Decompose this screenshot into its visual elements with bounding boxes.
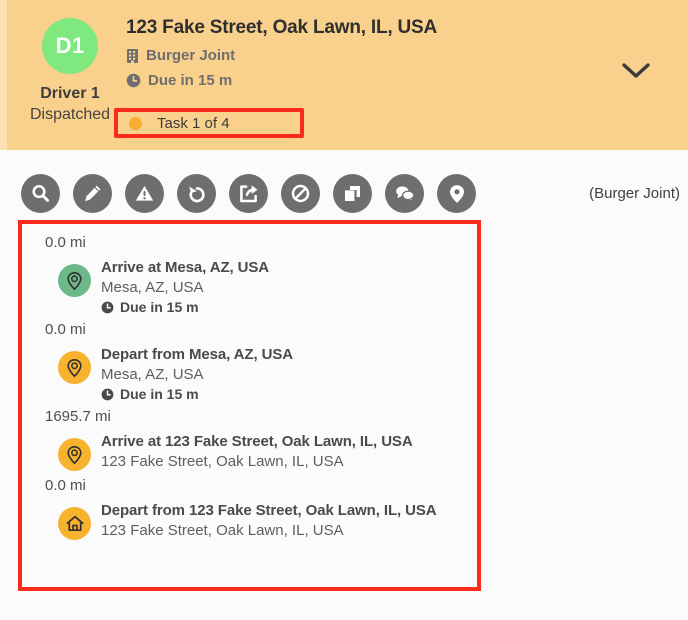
clock-icon [126, 73, 141, 88]
task-due-row: Due in 15 m [126, 72, 596, 89]
warning-triangle-icon [135, 186, 154, 201]
task-due-label: Due in 15 m [148, 72, 233, 89]
driver-task-header-card[interactable]: D1 Driver 1 Dispatched 123 Fake Street, … [0, 0, 688, 150]
undo-arrow-icon [188, 186, 205, 202]
task-address-title: 123 Fake Street, Oak Lawn, IL, USA [126, 17, 438, 38]
stop-title: Depart from Mesa, AZ, USA [101, 346, 293, 363]
leg-distance: 1695.7 mi [45, 408, 111, 425]
list-item[interactable]: Arrive at Mesa, AZ, USA Mesa, AZ, USA Du… [22, 254, 477, 319]
list-item[interactable]: Depart from Mesa, AZ, USA Mesa, AZ, USA … [22, 341, 477, 406]
driver-name: Driver 1 [40, 85, 100, 102]
driver-avatar: D1 [42, 18, 98, 74]
stop-details: Arrive at 123 Fake Street, Oak Lawn, IL,… [101, 432, 413, 470]
duplicate-button[interactable] [333, 174, 372, 213]
stop-details: Depart from 123 Fake Street, Oak Lawn, I… [101, 501, 437, 539]
chevron-down-icon [622, 63, 650, 78]
edit-button[interactable] [73, 174, 112, 213]
stop-details: Depart from Mesa, AZ, USA Mesa, AZ, USA … [101, 345, 293, 402]
toolbar-context-label: (Burger Joint) [589, 185, 680, 202]
status-accent-stripe [0, 0, 7, 150]
stop-title: Depart from 123 Fake Street, Oak Lawn, I… [101, 502, 437, 519]
clock-icon [101, 301, 114, 313]
leg-distance: 0.0 mi [45, 234, 86, 251]
stop-details: Arrive at Mesa, AZ, USA Mesa, AZ, USA Du… [101, 258, 269, 315]
stops-list-highlight: 0.0 mi Arrive at Mesa, AZ, USA Mesa, AZ,… [18, 220, 481, 591]
leg-distance: 0.0 mi [45, 321, 86, 338]
stop-due-row: Due in 15 m [101, 386, 293, 402]
action-toolbar [21, 174, 476, 213]
leg-distance: 0.0 mi [45, 477, 86, 494]
task-progress-label: Task 1 of 4 [157, 114, 230, 132]
stop-title: Arrive at Mesa, AZ, USA [101, 259, 270, 276]
stop-address: 123 Fake Street, Oak Lawn, IL, USA [101, 453, 344, 470]
cancel-button[interactable] [281, 174, 320, 213]
exception-button[interactable] [125, 174, 164, 213]
clock-icon [101, 388, 114, 400]
edit-pencil-icon [85, 185, 101, 202]
map-pin-icon [58, 438, 91, 471]
task-place-row: Burger Joint [126, 47, 596, 64]
stop-due-label: Due in 15 m [120, 299, 199, 315]
share-export-icon [240, 185, 258, 203]
list-item[interactable]: Depart from 123 Fake Street, Oak Lawn, I… [22, 497, 477, 544]
stops-list: 0.0 mi Arrive at Mesa, AZ, USA Mesa, AZ,… [22, 224, 477, 587]
task-place-label: Burger Joint [146, 47, 236, 64]
task-progress-chip[interactable]: Task 1 of 4 [114, 108, 304, 138]
collapse-card-button[interactable] [614, 54, 658, 88]
stop-address: Mesa, AZ, USA [101, 366, 204, 383]
stop-address: 123 Fake Street, Oak Lawn, IL, USA [101, 522, 344, 539]
search-button[interactable] [21, 174, 60, 213]
messages-button[interactable] [385, 174, 424, 213]
share-button[interactable] [229, 174, 268, 213]
home-icon [58, 507, 91, 540]
driver-summary: D1 Driver 1 Dispatched [22, 18, 118, 124]
task-status-dot [129, 116, 142, 130]
stop-due-label: Due in 15 m [120, 386, 199, 402]
list-item[interactable]: Arrive at 123 Fake Street, Oak Lawn, IL,… [22, 428, 477, 475]
stop-due-row: Due in 15 m [101, 299, 269, 315]
search-icon [32, 185, 50, 202]
task-summary: 123 Fake Street, Oak Lawn, IL, USA Burge… [114, 17, 596, 138]
stop-title: Arrive at 123 Fake Street, Oak Lawn, IL,… [101, 433, 413, 450]
driver-status: Dispatched [29, 106, 111, 123]
map-pin-icon [58, 264, 91, 297]
stop-address: Mesa, AZ, USA [101, 279, 204, 296]
undo-button[interactable] [177, 174, 216, 213]
block-prohibited-icon [291, 184, 310, 203]
chat-bubble-icon [395, 186, 414, 203]
location-pin-icon [449, 184, 464, 203]
locate-button[interactable] [437, 174, 476, 213]
building-icon [126, 48, 139, 64]
map-pin-icon [58, 351, 91, 384]
copy-duplicate-icon [345, 186, 360, 201]
